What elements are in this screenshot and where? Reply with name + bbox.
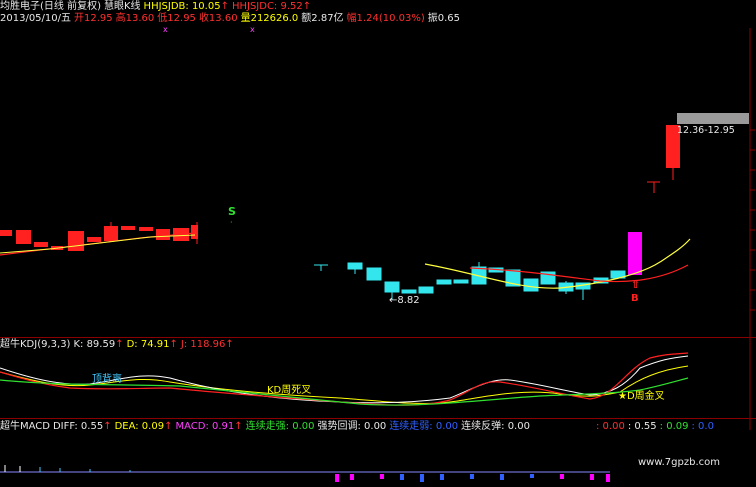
marker-2: x xyxy=(250,25,255,34)
watermark: www.7gpzb.com xyxy=(638,457,720,468)
macd-rebound: 连续反弹: 0.00 xyxy=(461,421,530,432)
macd-histogram xyxy=(0,465,610,482)
chart-canvas[interactable]: x x S · ⇧ B ←8.82 顶背离 KD周死叉 ★D周金叉 xyxy=(0,0,756,487)
macd-weak-down: 连续走弱: 0.00 xyxy=(389,421,459,432)
kdj-d-value: D: 74.91 xyxy=(126,339,170,350)
macd-panel-separator xyxy=(0,418,756,419)
price-axis-ticks xyxy=(750,129,755,311)
macd-macd-arrow: ↑ xyxy=(234,421,243,432)
macd-diff-arrow: ↑ xyxy=(103,421,112,432)
price-range-label: 12.36-12.95 xyxy=(677,125,735,136)
macd-macd-value: MACD: 0.91 xyxy=(175,421,235,432)
kdj-header: 超牛KDJ(9,3,3) K: 89.59↑ D: 74.91↑ J: 118.96↑ xyxy=(0,339,237,351)
buy-arrow: ⇧ xyxy=(631,278,640,291)
kdj-golden-cross: ★D周金叉 xyxy=(618,389,665,402)
marker-1: x xyxy=(163,25,168,34)
kdj-top-divergence: 顶背离 xyxy=(92,372,122,385)
kdj-dead-cross: KD周死叉 xyxy=(267,384,311,396)
sell-signal: S xyxy=(228,205,236,218)
price-range-flag xyxy=(677,113,749,124)
buy-signal: B xyxy=(631,293,639,304)
macd-dea-arrow: ↑ xyxy=(164,421,173,432)
macd-right-values: : 0.00: 0.55: 0.09: 0.0 xyxy=(596,421,717,433)
macd-strong-up: 连续走强: 0.00 xyxy=(245,421,315,432)
kdj-k-arrow: ↑ xyxy=(115,339,124,350)
macd-header: 超牛MACD DIFF: 0.55↑ DEA: 0.09↑ MACD: 0.91↑ 连续… xyxy=(0,421,533,433)
kdj-title: 超牛KDJ(9,3,3) xyxy=(0,339,71,350)
ma-red-right xyxy=(469,264,689,283)
sell-signal-dot: · xyxy=(230,218,233,227)
kdj-d-arrow: ↑ xyxy=(169,339,178,350)
macd-right-white: : 0.55 xyxy=(627,421,657,432)
macd-dea-value: DEA: 0.09 xyxy=(114,421,165,432)
low-price-annotation: ←8.82 xyxy=(389,295,420,306)
kdj-j-arrow: ↑ xyxy=(225,339,234,350)
macd-right-green: : 0.09 xyxy=(659,421,689,432)
kdj-k-value: K: 89.59 xyxy=(73,339,116,350)
limit-up-candle xyxy=(628,232,642,275)
kdj-j-value: J: 118.96 xyxy=(180,339,226,350)
kdj-panel-separator xyxy=(0,337,756,338)
macd-diff-value: DIFF: 0.55 xyxy=(52,421,104,432)
macd-right-blue: : 0.0 xyxy=(691,421,714,432)
macd-title: 超牛MACD xyxy=(0,421,50,432)
macd-pullback: 强势回调: 0.00 xyxy=(317,421,387,432)
candles-right xyxy=(314,262,626,300)
macd-right-red: : 0.00 xyxy=(596,421,625,432)
